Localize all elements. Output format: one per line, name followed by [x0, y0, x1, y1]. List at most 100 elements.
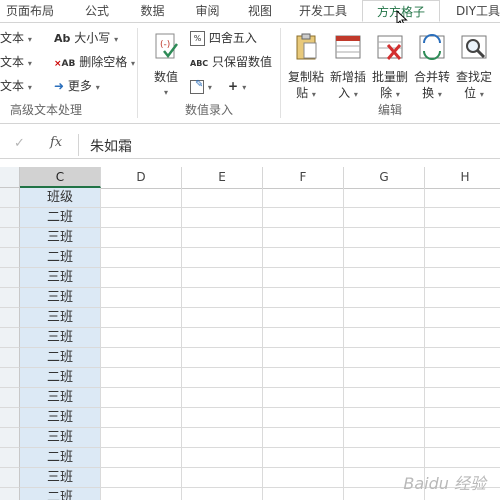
cell-e[interactable]: [182, 348, 263, 368]
row-header[interactable]: [0, 248, 20, 268]
edit-value-button[interactable]: ✎ ▾: [190, 78, 212, 96]
cell-c[interactable]: 二班: [20, 248, 101, 268]
cell-h[interactable]: [425, 248, 500, 268]
cell-d[interactable]: [101, 468, 182, 488]
cell-d[interactable]: [101, 248, 182, 268]
cell-d[interactable]: [101, 388, 182, 408]
cell-e[interactable]: [182, 188, 263, 208]
batch-delete-button[interactable]: 批量删 除 ▾: [370, 31, 410, 103]
cell-h[interactable]: [425, 288, 500, 308]
insert-button[interactable]: 新增插 入 ▾: [328, 31, 368, 103]
cell-c[interactable]: 三班: [20, 328, 101, 348]
cell-f[interactable]: [263, 208, 344, 228]
cell-f[interactable]: [263, 288, 344, 308]
text-menu-2[interactable]: 文本 ▾: [0, 54, 32, 72]
cell-h[interactable]: [425, 188, 500, 208]
cell-g[interactable]: [344, 248, 425, 268]
cell-f[interactable]: [263, 188, 344, 208]
find-locate-button[interactable]: 查找定 位 ▾: [454, 31, 494, 103]
cell-f[interactable]: [263, 388, 344, 408]
row-header[interactable]: [0, 348, 20, 368]
cell-e[interactable]: [182, 328, 263, 348]
cell-f[interactable]: [263, 408, 344, 428]
cell-f[interactable]: [263, 308, 344, 328]
cell-e[interactable]: [182, 368, 263, 388]
cell-e[interactable]: [182, 208, 263, 228]
cell-e[interactable]: [182, 388, 263, 408]
cell-h[interactable]: [425, 228, 500, 248]
cell-c[interactable]: 班级: [20, 188, 101, 208]
cell-c[interactable]: 二班: [20, 448, 101, 468]
merge-convert-button[interactable]: 合并转 换 ▾: [412, 31, 452, 103]
cell-f[interactable]: [263, 268, 344, 288]
tab-view[interactable]: 视图: [240, 0, 280, 22]
cell-f[interactable]: [263, 228, 344, 248]
cell-g[interactable]: [344, 268, 425, 288]
round-button[interactable]: % 四舍五入: [190, 30, 257, 46]
cell-d[interactable]: [101, 368, 182, 388]
column-header-f[interactable]: F: [263, 167, 344, 188]
cell-h[interactable]: [425, 208, 500, 228]
cell-e[interactable]: [182, 488, 263, 500]
text-menu-1[interactable]: 文本 ▾: [0, 30, 32, 48]
tab-review[interactable]: 审阅: [185, 0, 230, 22]
cell-g[interactable]: [344, 228, 425, 248]
tab-formulas[interactable]: 公式: [72, 0, 122, 22]
cell-h[interactable]: [425, 388, 500, 408]
cell-c[interactable]: 三班: [20, 288, 101, 308]
cell-g[interactable]: [344, 448, 425, 468]
cell-c[interactable]: 三班: [20, 268, 101, 288]
cell-h[interactable]: [425, 408, 500, 428]
cell-e[interactable]: [182, 308, 263, 328]
row-header[interactable]: [0, 388, 20, 408]
tab-page-layout[interactable]: 页面布局: [0, 0, 60, 22]
column-header-e[interactable]: E: [182, 167, 263, 188]
cell-c[interactable]: 二班: [20, 348, 101, 368]
cell-f[interactable]: [263, 448, 344, 468]
plus-button[interactable]: + ▾: [228, 78, 246, 96]
row-header[interactable]: [0, 488, 20, 500]
cell-h[interactable]: [425, 268, 500, 288]
column-header-c[interactable]: C: [20, 167, 101, 188]
column-header-d[interactable]: D: [101, 167, 182, 188]
row-header[interactable]: [0, 308, 20, 328]
cell-h[interactable]: [425, 328, 500, 348]
cell-e[interactable]: [182, 228, 263, 248]
cell-e[interactable]: [182, 408, 263, 428]
cell-d[interactable]: [101, 228, 182, 248]
cell-d[interactable]: [101, 188, 182, 208]
case-button[interactable]: Ab 大小写 ▾: [54, 30, 118, 48]
enter-icon[interactable]: ✓: [14, 136, 25, 151]
tab-data[interactable]: 数据: [130, 0, 175, 22]
cell-g[interactable]: [344, 348, 425, 368]
cell-g[interactable]: [344, 308, 425, 328]
row-header[interactable]: [0, 368, 20, 388]
cell-d[interactable]: [101, 328, 182, 348]
cell-e[interactable]: [182, 288, 263, 308]
cell-d[interactable]: [101, 348, 182, 368]
row-header[interactable]: [0, 228, 20, 248]
value-button[interactable]: (-) 数值 ▾: [146, 31, 186, 101]
cell-g[interactable]: [344, 388, 425, 408]
cell-d[interactable]: [101, 488, 182, 500]
cell-h[interactable]: [425, 308, 500, 328]
cell-e[interactable]: [182, 448, 263, 468]
more-button[interactable]: ➜ 更多 ▾: [54, 78, 100, 96]
cell-f[interactable]: [263, 248, 344, 268]
cell-g[interactable]: [344, 368, 425, 388]
tab-diy-tools[interactable]: DIY工具: [448, 0, 500, 22]
cell-d[interactable]: [101, 428, 182, 448]
cell-d[interactable]: [101, 408, 182, 428]
tab-developer[interactable]: 开发工具: [292, 0, 354, 22]
cell-c[interactable]: 三班: [20, 408, 101, 428]
copy-paste-button[interactable]: 复制粘 贴 ▾: [286, 31, 326, 103]
cell-f[interactable]: [263, 368, 344, 388]
cell-d[interactable]: [101, 288, 182, 308]
cell-c[interactable]: 三班: [20, 388, 101, 408]
formula-input[interactable]: 朱如霜: [78, 134, 500, 156]
delete-space-button[interactable]: ×AB 删除空格 ▾: [54, 54, 135, 72]
fx-icon[interactable]: fx: [50, 135, 62, 150]
cell-h[interactable]: [425, 448, 500, 468]
cell-c[interactable]: 三班: [20, 428, 101, 448]
cell-f[interactable]: [263, 428, 344, 448]
